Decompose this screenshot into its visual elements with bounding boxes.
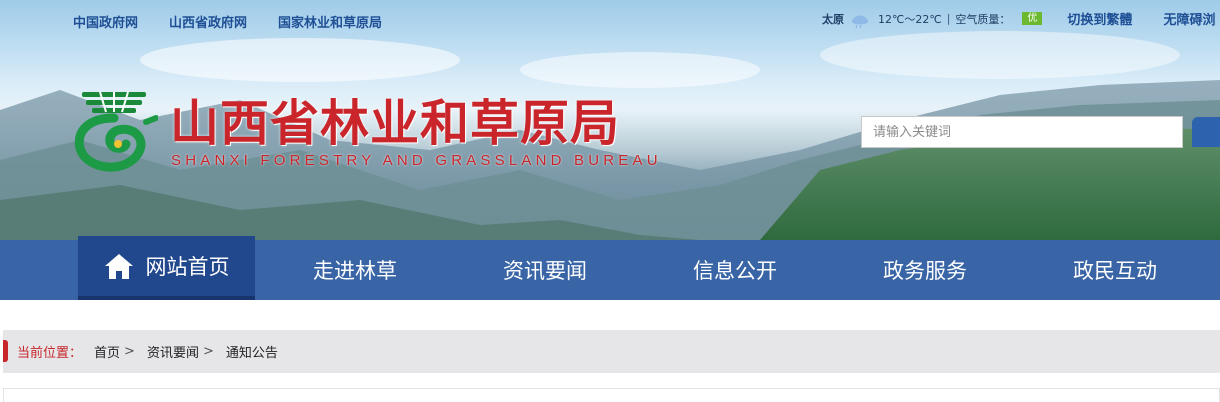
cloud-rain-icon [852,15,868,28]
nav-item-label: 走进林草 [313,259,397,283]
main-nav: 网站首页 走进林草 资讯要闻 信息公开 政务服务 政民互动 [0,236,1220,300]
nav-item-gov-services[interactable]: 政务服务 [840,240,1010,300]
nav-item-interaction[interactable]: 政民互动 [1030,240,1200,300]
breadcrumb: 当前位置： 首页 > 资讯要闻 > 通知公告 [3,330,1220,373]
search-input[interactable] [861,116,1183,148]
traditional-chinese-link[interactable]: 切换到繁體 [1067,9,1132,28]
nav-item-label: 政务服务 [883,259,967,283]
link-shanxi-gov[interactable]: 山西省政府网 [169,12,247,31]
nav-item-home[interactable]: 网站首页 [78,236,255,300]
bureau-logo-emblem [74,91,158,172]
top-links: 中国政府网 山西省政府网 国家林业和草原局 [73,12,382,31]
nav-item-label: 资讯要闻 [503,259,587,283]
weather-bar: 太原 12℃～22℃ | 空气质量： 优 切换到繁體 无障碍浏 [822,9,1215,28]
accessibility-link[interactable]: 无障碍浏 [1163,9,1215,28]
nav-item-label: 网站首页 [145,255,230,279]
nav-item-news[interactable]: 资讯要闻 [460,240,630,300]
breadcrumb-news[interactable]: 资讯要闻 [147,342,199,361]
air-quality-badge: 优 [1022,12,1043,25]
site-subtitle: SHANXI FORESTRY AND GRASSLAND BUREAU [171,152,662,169]
breadcrumb-label: 当前位置： [17,346,83,361]
breadcrumb-separator: > [124,344,135,359]
nav-item-info-disclosure[interactable]: 信息公开 [650,240,820,300]
nav-item-about-forestry[interactable]: 走进林草 [270,240,440,300]
link-forestry-bureau[interactable]: 国家林业和草原局 [278,12,382,31]
breadcrumb-home[interactable]: 首页 [94,342,120,361]
site-title: 山西省林业和草原局 [170,94,621,152]
search-button[interactable] [1192,117,1220,147]
nav-item-label: 政民互动 [1073,259,1157,283]
nav-item-label: 信息公开 [693,259,777,283]
weather-separator: | [946,12,951,25]
link-gov-cn[interactable]: 中国政府网 [73,12,138,31]
weather-city: 太原 [822,12,844,26]
breadcrumb-marker [3,340,8,362]
air-quality-label: 空气质量： [955,12,1011,26]
home-icon [104,254,133,279]
weather-temperature: 12℃～22℃ [878,12,942,26]
breadcrumb-separator: > [202,344,214,359]
breadcrumb-notices[interactable]: 通知公告 [226,342,278,361]
header-banner: 中国政府网 山西省政府网 国家林业和草原局 太原 12℃～22℃ | 空气质量：… [0,0,1220,240]
